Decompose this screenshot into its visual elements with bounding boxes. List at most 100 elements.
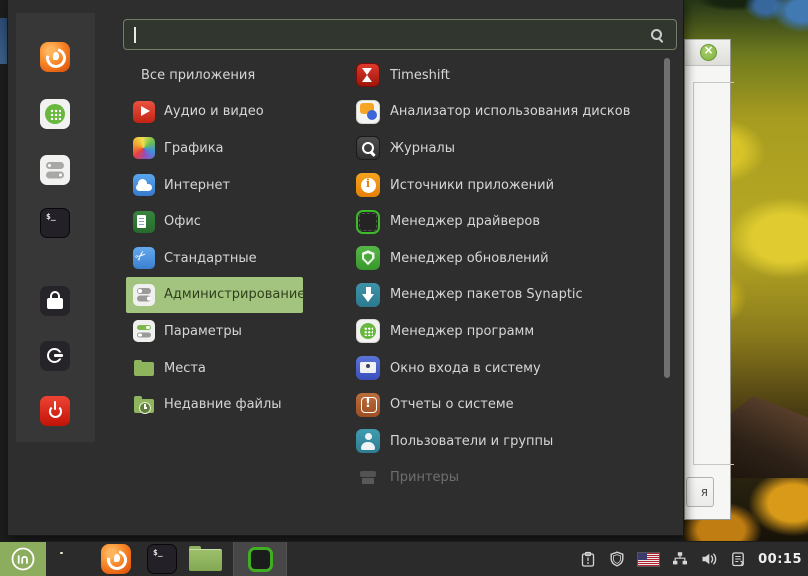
shield-icon — [356, 246, 380, 271]
app-label: Менеджер драйверов — [390, 214, 540, 230]
app-label: Менеджер программ — [390, 323, 535, 339]
app-disk-usage-analyzer[interactable]: Анализатор использования дисков — [349, 94, 661, 131]
software-manager-icon[interactable] — [40, 99, 70, 129]
category-label: Интернет — [164, 177, 231, 193]
category-places[interactable]: Места — [126, 350, 303, 387]
category-label: Недавние файлы — [164, 397, 282, 413]
administration-icon — [133, 283, 155, 306]
mint-logo-icon — [11, 547, 35, 571]
graphics-icon — [133, 137, 155, 160]
scissors-icon — [133, 247, 155, 270]
firefox-launcher[interactable] — [101, 544, 131, 574]
category-audio-video[interactable]: Аудио и видео — [126, 94, 303, 131]
category-office[interactable]: Офис — [126, 203, 303, 240]
category-label: Офис — [164, 214, 201, 230]
shutdown-icon[interactable] — [40, 396, 70, 426]
background-window-partial-button[interactable]: я — [686, 477, 714, 507]
audio-video-icon — [133, 100, 155, 123]
app-software-manager[interactable]: Менеджер программ — [349, 313, 661, 350]
terminal-launcher[interactable] — [147, 544, 177, 574]
mint-menu-popup: Все приложения Аудио и видео Графика Инт… — [7, 0, 684, 536]
favorites-sidebar — [16, 13, 95, 442]
app-label: Окно входа в систему — [390, 360, 541, 376]
category-graphics[interactable]: Графика — [126, 130, 303, 167]
terminal-icon[interactable] — [40, 208, 70, 238]
app-label: Менеджер пакетов Synaptic — [390, 287, 583, 303]
category-preferences[interactable]: Параметры — [126, 313, 303, 350]
update-shield-tray-icon[interactable] — [608, 550, 626, 568]
background-window-titlebar — [685, 40, 730, 66]
desktop: я Все приложения Аудио и видео — [0, 0, 808, 576]
firefox-icon[interactable] — [40, 42, 70, 72]
timeshift-icon — [356, 63, 380, 88]
category-administration[interactable]: Администрирование — [126, 276, 306, 314]
driver-manager-icon — [356, 209, 380, 234]
app-label: Отчеты о системе — [390, 397, 514, 413]
category-recent-files[interactable]: Недавние файлы — [126, 386, 303, 423]
logout-icon[interactable] — [40, 341, 70, 371]
magnifier-icon — [356, 136, 380, 161]
app-system-reports[interactable]: Отчеты о системе — [349, 386, 661, 423]
driver-manager-window-icon — [247, 546, 273, 572]
window-close-button[interactable] — [700, 43, 717, 61]
app-software-sources[interactable]: Источники приложений — [349, 167, 661, 204]
lock-screen-icon[interactable] — [40, 286, 70, 316]
app-timeshift[interactable]: Timeshift — [349, 57, 661, 94]
background-window: я — [684, 39, 734, 520]
internet-icon — [133, 174, 155, 197]
app-list-scrollbar[interactable] — [664, 58, 670, 378]
clock[interactable]: 00:15 — [758, 552, 802, 567]
wallpaper-sky-sliver — [0, 18, 7, 64]
app-label: Принтеры — [390, 470, 460, 486]
system-reports-tray-icon[interactable] — [579, 550, 597, 568]
category-all-applications[interactable]: Все приложения — [126, 57, 303, 94]
menu-button[interactable] — [0, 542, 46, 576]
user-icon — [356, 429, 380, 454]
category-internet[interactable]: Интернет — [126, 167, 303, 204]
app-printers[interactable]: Принтеры — [349, 460, 661, 497]
app-label: Журналы — [390, 140, 455, 156]
keyboard-layout-us-flag-icon[interactable] — [637, 551, 661, 567]
background-window-frame — [693, 82, 734, 465]
download-arrow-icon — [356, 282, 380, 307]
preferences-icon — [133, 320, 155, 343]
category-label: Параметры — [164, 323, 242, 339]
exclamation-icon — [356, 392, 380, 417]
category-label: Администрирование — [164, 287, 306, 303]
app-label: Менеджер обновлений — [390, 250, 549, 266]
application-list: Timeshift Анализатор использования диско… — [349, 57, 661, 496]
app-login-window[interactable]: Окно входа в систему — [349, 350, 661, 387]
category-label: Места — [164, 360, 206, 376]
app-logs[interactable]: Журналы — [349, 130, 661, 167]
folder-icon — [133, 357, 155, 379]
category-label: Стандартные — [164, 250, 257, 266]
app-driver-manager[interactable]: Менеджер драйверов — [349, 203, 661, 240]
bottom-panel: 00:15 — [0, 541, 808, 576]
network-tray-icon[interactable] — [671, 550, 689, 568]
login-screen-icon — [356, 356, 380, 381]
search-box — [123, 19, 677, 50]
category-label: Графика — [164, 140, 224, 156]
app-label: Источники приложений — [390, 177, 555, 193]
volume-tray-icon[interactable] — [700, 550, 718, 568]
app-label: Timeshift — [390, 67, 450, 83]
printer-icon — [356, 466, 380, 490]
disk-usage-icon — [356, 99, 380, 124]
system-settings-icon[interactable] — [40, 155, 70, 185]
search-icon — [650, 28, 665, 43]
window-list-driver-manager[interactable] — [233, 542, 287, 576]
app-label: Пользователи и группы — [390, 433, 554, 449]
category-list: Все приложения Аудио и видео Графика Инт… — [126, 57, 310, 423]
app-update-manager[interactable]: Менеджер обновлений — [349, 240, 661, 277]
info-icon — [356, 173, 380, 198]
office-icon — [133, 210, 155, 233]
app-synaptic[interactable]: Менеджер пакетов Synaptic — [349, 277, 661, 314]
recent-files-icon — [133, 394, 155, 416]
category-label: Аудио и видео — [164, 104, 264, 120]
notes-tray-icon[interactable] — [729, 550, 747, 568]
search-input[interactable] — [134, 23, 638, 47]
system-tray: 00:15 — [579, 542, 808, 576]
app-users-groups[interactable]: Пользователи и группы — [349, 423, 661, 460]
app-label: Анализатор использования дисков — [390, 104, 631, 120]
category-accessories[interactable]: Стандартные — [126, 240, 303, 277]
